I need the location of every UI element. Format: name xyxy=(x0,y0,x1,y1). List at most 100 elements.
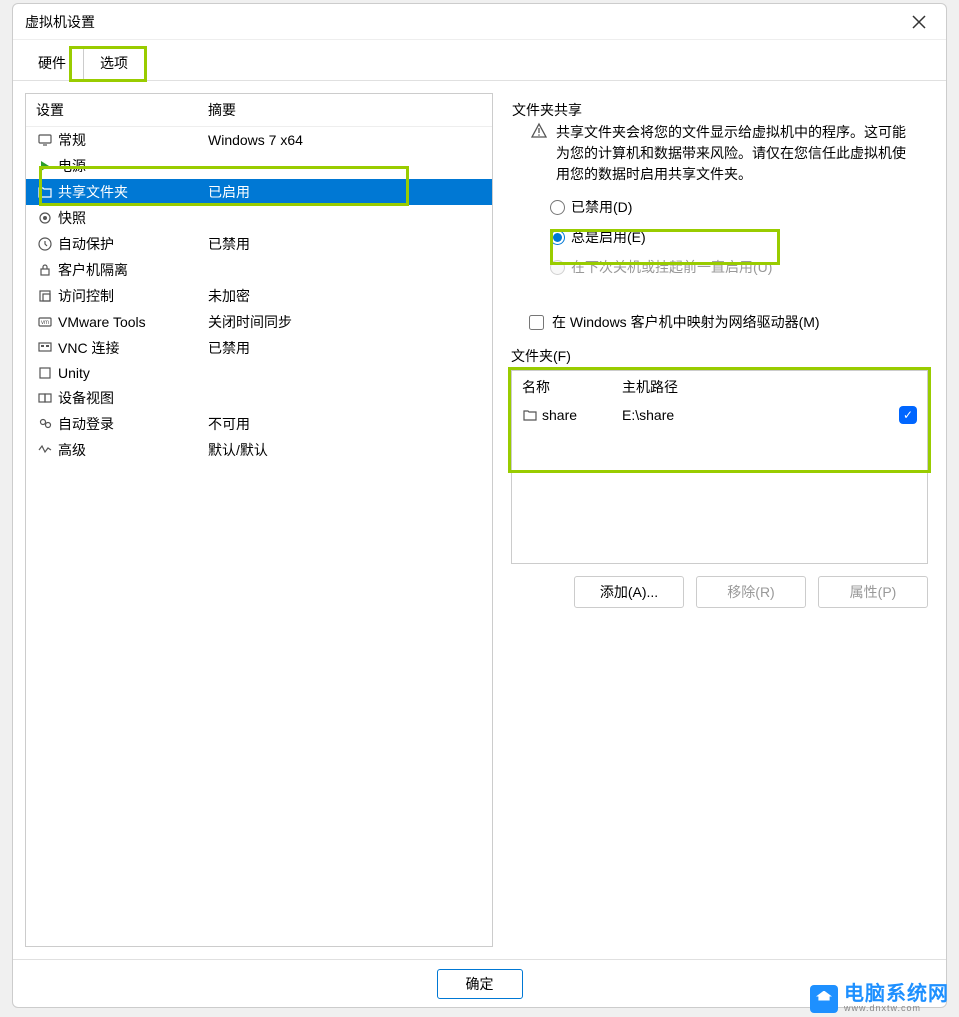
titlebar: 虚拟机设置 xyxy=(13,4,946,40)
setting-label: VNC 连接 xyxy=(58,338,208,358)
watermark: 电脑系统网 www.dnxtw.com xyxy=(810,984,949,1013)
snapshot-icon xyxy=(36,209,54,227)
unity-icon xyxy=(36,364,54,382)
setting-label: 自动登录 xyxy=(58,414,208,434)
autologin-icon xyxy=(36,415,54,433)
folder-row[interactable]: shareE:\share✓ xyxy=(512,403,927,427)
device-icon xyxy=(36,389,54,407)
setting-label: 快照 xyxy=(58,208,208,228)
setting-label: 电源 xyxy=(58,156,208,176)
setting-label: 自动保护 xyxy=(58,234,208,254)
folders-col-path: 主机路径 xyxy=(622,377,917,397)
setting-row-access[interactable]: 访问控制未加密 xyxy=(26,283,492,309)
monitor-icon xyxy=(36,131,54,149)
setting-label: 常规 xyxy=(58,130,208,150)
house-icon xyxy=(810,985,838,1013)
warning-text: 共享文件夹会将您的文件显示给虚拟机中的程序。这可能为您的计算机和数据带来风险。请… xyxy=(556,122,919,185)
radio-always-input[interactable] xyxy=(550,230,565,245)
advanced-icon xyxy=(36,441,54,459)
setting-summary: 已禁用 xyxy=(208,234,482,254)
folder-name: share xyxy=(542,407,622,423)
setting-row-unity[interactable]: Unity xyxy=(26,361,492,385)
sharing-title: 文件夹共享 xyxy=(512,100,927,120)
setting-row-advanced[interactable]: 高级默认/默认 xyxy=(26,437,492,463)
folders-title: 文件夹(F) xyxy=(511,346,928,366)
tab-bar: 硬件 选项 xyxy=(13,40,946,81)
setting-summary: 已禁用 xyxy=(208,338,482,358)
folder-enabled-check[interactable]: ✓ xyxy=(899,406,917,424)
content-area: 设置 摘要 常规Windows 7 x64电源共享文件夹已启用快照自动保护已禁用… xyxy=(13,81,946,959)
setting-summary: 不可用 xyxy=(208,414,482,434)
folder-sharing-group: 文件夹共享 共享文件夹会将您的文件显示给虚拟机中的程序。这可能为您的计算机和数据… xyxy=(511,95,928,294)
detail-panel: 文件夹共享 共享文件夹会将您的文件显示给虚拟机中的程序。这可能为您的计算机和数据… xyxy=(505,93,934,947)
setting-label: 客户机隔离 xyxy=(58,260,208,280)
radio-until-label: 在下次关机或挂起前一直启用(U) xyxy=(571,257,772,277)
close-button[interactable] xyxy=(904,11,934,33)
warning-icon xyxy=(530,122,548,185)
radio-disabled-label: 已禁用(D) xyxy=(571,197,632,217)
watermark-main: 电脑系统网 xyxy=(844,984,949,1004)
tab-hardware[interactable]: 硬件 xyxy=(21,46,83,80)
setting-row-autologin[interactable]: 自动登录不可用 xyxy=(26,411,492,437)
setting-row-vnc[interactable]: VNC 连接已禁用 xyxy=(26,335,492,361)
setting-row-power[interactable]: 电源 xyxy=(26,153,492,179)
folder-buttons: 添加(A)... 移除(R) 属性(P) xyxy=(511,576,928,608)
setting-row-vm[interactable]: vm VMware Tools关闭时间同步 xyxy=(26,309,492,335)
setting-label: VMware Tools xyxy=(58,314,208,330)
setting-label: 设备视图 xyxy=(58,388,208,408)
window-title: 虚拟机设置 xyxy=(25,12,95,32)
folder-icon xyxy=(522,407,540,423)
radio-group: 已禁用(D) 总是启用(E) 在下次关机或挂起前一直启用(U) xyxy=(512,197,927,277)
setting-row-snapshot[interactable]: 快照 xyxy=(26,205,492,231)
setting-summary: 默认/默认 xyxy=(208,440,482,460)
map-drive-checkbox[interactable] xyxy=(529,315,544,330)
radio-disabled-input[interactable] xyxy=(550,200,565,215)
settings-list[interactable]: 常规Windows 7 x64电源共享文件夹已启用快照自动保护已禁用客户机隔离访… xyxy=(26,127,492,946)
close-icon xyxy=(912,15,926,29)
folder-share-icon xyxy=(36,183,54,201)
radio-always-enabled[interactable]: 总是启用(E) xyxy=(550,227,927,247)
remove-button[interactable]: 移除(R) xyxy=(696,576,806,608)
dialog-footer: 确定 xyxy=(13,959,946,1007)
radio-disabled[interactable]: 已禁用(D) xyxy=(550,197,927,217)
properties-button[interactable]: 属性(P) xyxy=(818,576,928,608)
watermark-sub: www.dnxtw.com xyxy=(844,1004,949,1013)
map-drive-checkbox-row[interactable]: 在 Windows 客户机中映射为网络驱动器(M) xyxy=(511,312,928,332)
ok-button[interactable]: 确定 xyxy=(437,969,523,999)
radio-until-shutdown: 在下次关机或挂起前一直启用(U) xyxy=(550,257,927,277)
setting-summary: Windows 7 x64 xyxy=(208,132,482,148)
folders-col-name: 名称 xyxy=(522,377,622,397)
access-icon xyxy=(36,287,54,305)
setting-row-device[interactable]: 设备视图 xyxy=(26,385,492,411)
setting-summary: 已启用 xyxy=(208,182,482,202)
setting-label: Unity xyxy=(58,365,208,381)
folders-list-header: 名称 主机路径 xyxy=(512,371,927,403)
radio-until-input xyxy=(550,260,565,275)
vm-settings-dialog: 虚拟机设置 硬件 选项 设置 摘要 常规Windows 7 x64电源共享文件夹… xyxy=(12,3,947,1008)
setting-row-folder-share[interactable]: 共享文件夹已启用 xyxy=(26,179,492,205)
header-setting: 设置 xyxy=(36,100,208,120)
vnc-icon xyxy=(36,339,54,357)
folder-path: E:\share xyxy=(622,407,899,423)
settings-list-header: 设置 摘要 xyxy=(26,94,492,127)
clock-icon xyxy=(36,235,54,253)
setting-summary: 未加密 xyxy=(208,286,482,306)
svg-text:vm: vm xyxy=(41,320,49,326)
settings-list-panel: 设置 摘要 常规Windows 7 x64电源共享文件夹已启用快照自动保护已禁用… xyxy=(25,93,493,947)
lock-icon xyxy=(36,261,54,279)
setting-row-clock[interactable]: 自动保护已禁用 xyxy=(26,231,492,257)
power-icon xyxy=(36,157,54,175)
setting-label: 访问控制 xyxy=(58,286,208,306)
setting-label: 共享文件夹 xyxy=(58,182,208,202)
tab-options[interactable]: 选项 xyxy=(83,46,145,80)
add-button[interactable]: 添加(A)... xyxy=(574,576,684,608)
setting-row-lock[interactable]: 客户机隔离 xyxy=(26,257,492,283)
warning-row: 共享文件夹会将您的文件显示给虚拟机中的程序。这可能为您的计算机和数据带来风险。请… xyxy=(512,120,927,197)
radio-always-label: 总是启用(E) xyxy=(571,227,646,247)
setting-label: 高级 xyxy=(58,440,208,460)
folders-list[interactable]: 名称 主机路径 shareE:\share✓ xyxy=(511,370,928,564)
setting-row-monitor[interactable]: 常规Windows 7 x64 xyxy=(26,127,492,153)
header-summary: 摘要 xyxy=(208,100,482,120)
setting-summary: 关闭时间同步 xyxy=(208,312,482,332)
vm-icon: vm xyxy=(36,313,54,331)
